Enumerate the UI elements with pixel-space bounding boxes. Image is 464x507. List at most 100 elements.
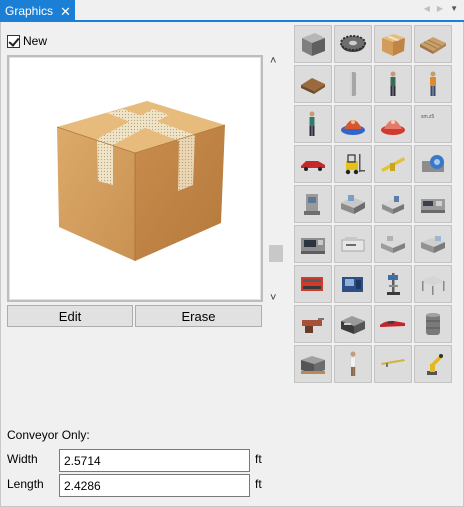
tool-cabinet-icon [341, 316, 365, 334]
tab-prev-icon[interactable]: ◀ [424, 4, 430, 13]
palette-item[interactable] [334, 65, 372, 103]
width-field[interactable]: 2.5714 [59, 449, 250, 472]
machine-tool-icon [304, 194, 320, 215]
cardboard-box-icon [56, 101, 226, 261]
machine-dome-blue-icon [341, 120, 365, 135]
palette-item[interactable] [334, 185, 372, 223]
edit-button[interactable]: Edit [7, 305, 133, 327]
scroll-down-icon[interactable]: ˅ [270, 292, 276, 304]
workstation-icon [382, 196, 404, 214]
scroll-up-icon[interactable]: ˄ [270, 55, 276, 67]
tab-next-icon[interactable]: ▶ [437, 4, 443, 13]
red-sportscar-icon [380, 320, 405, 327]
steel-box-icon [302, 33, 325, 56]
conveyor-section-label: Conveyor Only: [7, 428, 90, 442]
pallet-icon [420, 37, 446, 54]
gear-icon [340, 35, 366, 52]
palette-item[interactable] [334, 265, 372, 303]
palette-item[interactable] [294, 65, 332, 103]
palette-item[interactable] [334, 225, 372, 263]
palette-item[interactable] [414, 65, 452, 103]
worker-icon [390, 71, 396, 96]
machine-dome-red-icon [381, 120, 405, 135]
tab-bar: Graphics ✕ ◀ ▶ ▼ [0, 0, 464, 22]
length-unit: ft [255, 477, 262, 491]
palette-item[interactable] [294, 265, 332, 303]
red-conveyor-icon [301, 277, 323, 291]
palette-item[interactable] [414, 25, 452, 63]
palette-item[interactable] [414, 265, 452, 303]
palette-item[interactable] [414, 185, 452, 223]
forklift-icon [345, 154, 365, 175]
cnc-machine-icon [301, 238, 325, 254]
palette-item[interactable]: sm.z5 [414, 105, 452, 143]
bench-machine-icon [421, 236, 445, 253]
palette-item[interactable] [374, 345, 412, 383]
vise-icon [302, 318, 324, 333]
palette-item[interactable] [374, 65, 412, 103]
small-label-icon: sm.z5 [421, 114, 435, 120]
new-checkbox[interactable] [7, 34, 20, 48]
palette-item[interactable] [334, 105, 372, 143]
red-car-icon [301, 161, 325, 171]
worker-orange-icon [430, 71, 436, 96]
grinder-icon [381, 236, 405, 253]
palette-scrollbar[interactable]: ˄ ˅ [267, 55, 285, 305]
blue-machine-icon [342, 277, 363, 292]
press-machine-icon [341, 195, 365, 214]
palette-item[interactable] [294, 345, 332, 383]
tab-navigation: ◀ ▶ ▼ [424, 4, 458, 13]
palette-item[interactable] [294, 145, 332, 183]
palette-item[interactable] [294, 105, 332, 143]
new-checkbox-row[interactable]: New [7, 34, 47, 48]
graphic-preview [7, 55, 263, 302]
palette-item[interactable] [334, 25, 372, 63]
svg-text:sm.z5: sm.z5 [421, 114, 435, 120]
drill-press-icon [387, 273, 400, 295]
palette-item[interactable] [294, 185, 332, 223]
drum-machine-icon [422, 155, 444, 172]
tab-menu-icon[interactable]: ▼ [450, 4, 458, 13]
tab-graphics[interactable]: Graphics ✕ [0, 0, 75, 22]
palette-item[interactable] [374, 105, 412, 143]
length-field[interactable]: 2.4286 [59, 474, 250, 497]
palette-item[interactable] [414, 345, 452, 383]
palette-item[interactable] [374, 185, 412, 223]
lathe-icon [421, 199, 445, 213]
palette-item[interactable] [414, 225, 452, 263]
palette-item[interactable] [414, 305, 452, 343]
palette-item[interactable] [374, 145, 412, 183]
palette-item[interactable] [374, 225, 412, 263]
palette-item[interactable] [334, 145, 372, 183]
tab-title: Graphics [5, 4, 54, 18]
robot-arm-icon [427, 354, 443, 375]
length-label: Length [7, 477, 44, 491]
palette-item[interactable] [374, 305, 412, 343]
palette-item[interactable] [294, 225, 332, 263]
wood-pallet-icon [301, 78, 325, 94]
erase-button[interactable]: Erase [135, 305, 262, 327]
palette-item[interactable] [294, 305, 332, 343]
palette-item[interactable] [374, 25, 412, 63]
palette-item[interactable] [294, 25, 332, 63]
worker-green-icon [309, 111, 315, 136]
cardboard-box-icon [382, 34, 405, 56]
palette-item[interactable] [334, 345, 372, 383]
crate-stack-icon [301, 356, 325, 374]
barrel-icon [426, 313, 440, 335]
close-icon[interactable]: ✕ [60, 5, 71, 18]
person-white-icon [350, 351, 356, 376]
printer-machine-icon [341, 237, 365, 252]
graphics-panel: New ˄ ˅ Edit Erase sm.z5 Conveyor Only: … [0, 22, 464, 507]
cylinder-icon [350, 72, 356, 96]
beam-icon [381, 359, 405, 367]
palette-item[interactable] [334, 305, 372, 343]
width-label: Width [7, 452, 38, 466]
palette-item[interactable] [374, 265, 412, 303]
graphic-palette: sm.z5 [294, 25, 452, 383]
width-unit: ft [255, 452, 262, 466]
crane-icon [381, 157, 405, 172]
new-checkbox-label: New [23, 34, 48, 48]
palette-item[interactable] [414, 145, 452, 183]
scroll-thumb[interactable] [269, 245, 283, 262]
